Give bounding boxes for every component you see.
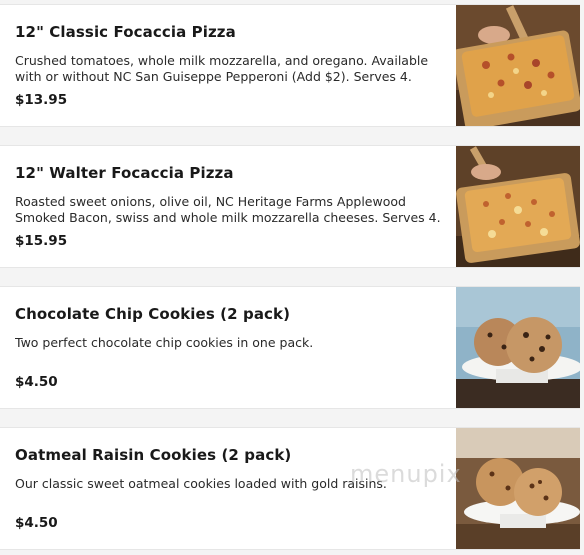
menu-item-list: 12" Classic Focaccia Pizza Crushed tomat… xyxy=(0,0,584,555)
menu-item-title: 12" Classic Focaccia Pizza xyxy=(15,23,236,41)
menu-item-card[interactable]: 12" Walter Focaccia Pizza Roasted sweet … xyxy=(0,145,580,268)
menu-item-price: $15.95 xyxy=(15,233,68,249)
menu-item-card[interactable]: Oatmeal Raisin Cookies (2 pack) Our clas… xyxy=(0,427,580,550)
menu-item-title: Oatmeal Raisin Cookies (2 pack) xyxy=(15,446,292,464)
menu-item-price: $13.95 xyxy=(15,92,68,108)
chocolate-chip-cookies-photo[interactable] xyxy=(456,287,580,408)
focaccia-pizza-photo[interactable] xyxy=(456,5,580,126)
menu-item-text: Chocolate Chip Cookies (2 pack) Two perf… xyxy=(15,287,445,408)
menu-item-title: Chocolate Chip Cookies (2 pack) xyxy=(15,305,291,323)
focaccia-pizza-photo[interactable] xyxy=(456,146,580,267)
menu-item-price: $4.50 xyxy=(15,374,58,390)
menu-item-title: 12" Walter Focaccia Pizza xyxy=(15,164,234,182)
menu-item-text: 12" Classic Focaccia Pizza Crushed tomat… xyxy=(15,5,445,126)
menu-item-description: Crushed tomatoes, whole milk mozzarella,… xyxy=(15,53,429,84)
menu-item-description: Two perfect chocolate chip cookies in on… xyxy=(15,335,314,350)
menu-item-price: $4.50 xyxy=(15,515,58,531)
menu-item-description: Our classic sweet oatmeal cookies loaded… xyxy=(15,476,387,491)
menu-item-text: Oatmeal Raisin Cookies (2 pack) Our clas… xyxy=(15,428,445,549)
menu-item-card[interactable]: 12" Classic Focaccia Pizza Crushed tomat… xyxy=(0,4,580,127)
oatmeal-raisin-cookies-photo[interactable] xyxy=(456,428,580,549)
menu-item-description: Roasted sweet onions, olive oil, NC Heri… xyxy=(15,194,441,225)
menu-item-text: 12" Walter Focaccia Pizza Roasted sweet … xyxy=(15,146,445,267)
menu-item-card[interactable]: Chocolate Chip Cookies (2 pack) Two perf… xyxy=(0,286,580,409)
